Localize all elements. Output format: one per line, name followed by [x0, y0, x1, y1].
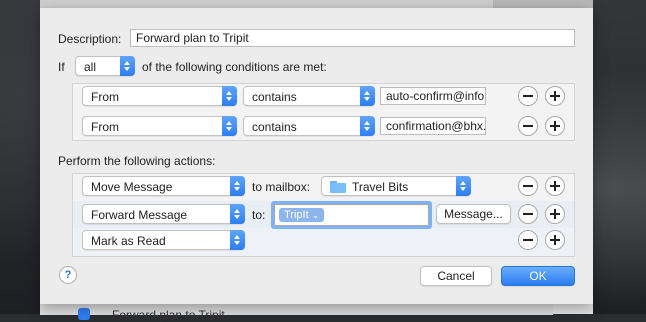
recipient-token[interactable]: TripIt ⌄ — [279, 208, 325, 222]
rule-edit-sheet: Description: Forward plan to Tripit If a… — [40, 8, 593, 304]
minus-icon — [523, 239, 533, 241]
actions-header-label: Perform the following actions: — [58, 154, 216, 168]
up-down-chevron-icon — [222, 86, 237, 106]
up-down-chevron-icon — [360, 86, 375, 106]
message-button[interactable]: Message... — [436, 204, 511, 224]
condition-field-popup[interactable]: From — [82, 86, 237, 106]
up-down-chevron-icon — [360, 116, 375, 136]
action-type-value: Move Message — [91, 180, 173, 194]
description-label: Description: — [58, 32, 122, 46]
to-label: to: — [252, 208, 266, 222]
remove-action-button[interactable] — [518, 176, 538, 196]
description-field[interactable]: Forward plan to Tripit — [130, 29, 575, 47]
up-down-chevron-icon — [230, 204, 245, 224]
help-icon[interactable]: ? — [59, 266, 77, 284]
minus-icon — [523, 125, 533, 127]
up-down-chevron-icon — [230, 230, 245, 250]
up-down-chevron-icon — [456, 176, 471, 196]
recipient-field[interactable]: TripIt ⌄ — [274, 204, 429, 226]
mailbox-value: Travel Bits — [352, 180, 409, 194]
folder-icon — [330, 181, 346, 193]
condition-field-popup[interactable]: From — [82, 116, 237, 136]
action-type-popup[interactable]: Move Message — [82, 176, 245, 196]
recipient-token-label: TripIt — [284, 209, 309, 221]
rule-list-label: Forward plan to Tripit — [112, 308, 225, 322]
condition-value-field[interactable]: auto-confirm@info — [380, 87, 486, 105]
rule-enabled-checkbox[interactable] — [78, 308, 90, 320]
minus-icon — [523, 185, 533, 187]
condition-operator-value: contains — [252, 90, 297, 104]
action-type-value: Forward Message — [91, 208, 188, 222]
action-type-popup[interactable]: Forward Message — [82, 204, 245, 224]
ok-button[interactable]: OK — [501, 266, 575, 286]
rule-list-row[interactable]: Forward plan to Tripit — [40, 303, 553, 322]
conditions-header-label: of the following conditions are met: — [142, 60, 327, 74]
up-down-chevron-icon — [230, 176, 245, 196]
quantifier-popup[interactable]: all — [75, 56, 135, 76]
remove-condition-button[interactable] — [518, 86, 538, 106]
remove-action-button[interactable] — [518, 204, 538, 224]
chevron-down-icon: ⌄ — [311, 210, 320, 220]
action-type-value: Mark as Read — [91, 234, 166, 248]
up-down-chevron-icon — [222, 116, 237, 136]
mailbox-popup[interactable]: Travel Bits — [321, 176, 471, 196]
condition-operator-value: contains — [252, 120, 297, 134]
condition-value-field[interactable]: confirmation@bhx. — [380, 117, 486, 135]
minus-icon — [523, 213, 533, 215]
condition-field-value: From — [91, 90, 119, 104]
up-down-chevron-icon — [120, 56, 135, 76]
quantifier-value: all — [84, 60, 97, 74]
condition-operator-popup[interactable]: contains — [243, 86, 375, 106]
remove-condition-button[interactable] — [518, 116, 538, 136]
titlebar-segment — [493, 0, 593, 8]
remove-action-button[interactable] — [518, 230, 538, 250]
minus-icon — [523, 95, 533, 97]
add-action-button[interactable] — [545, 230, 565, 250]
cancel-button[interactable]: Cancel — [420, 266, 492, 286]
add-action-button[interactable] — [545, 176, 565, 196]
action-type-popup[interactable]: Mark as Read — [82, 230, 245, 250]
if-label: If — [58, 60, 65, 74]
condition-operator-popup[interactable]: contains — [243, 116, 375, 136]
condition-field-value: From — [91, 120, 119, 134]
add-condition-button[interactable] — [545, 116, 565, 136]
to-mailbox-label: to mailbox: — [252, 180, 311, 194]
add-action-button[interactable] — [545, 204, 565, 224]
add-condition-button[interactable] — [545, 86, 565, 106]
